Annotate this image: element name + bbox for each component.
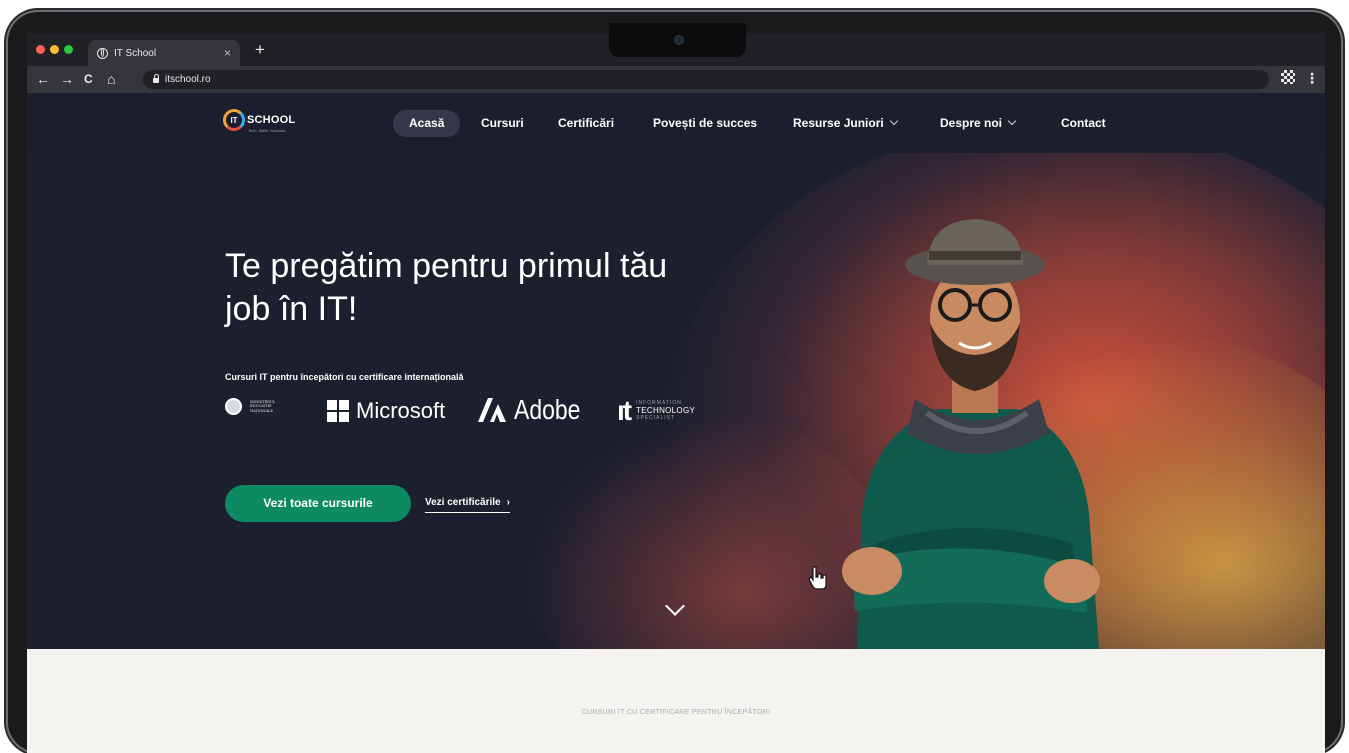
browser-toolbar: ← → C ⌂ itschool.ro ⋮ xyxy=(27,66,1325,93)
microsoft-label: Microsoft xyxy=(356,398,446,423)
coat-of-arms-icon xyxy=(225,398,242,415)
hero-title: Te pregătim pentru primul tău job în IT! xyxy=(225,247,668,328)
site-navbar: IT SCHOOL Tech. Skills. Success. Acasă C… xyxy=(27,93,1325,153)
url-text: itschool.ro xyxy=(165,74,211,85)
view-certifications-label: Vezi certificările xyxy=(425,497,501,508)
hero-section: IT SCHOOL Tech. Skills. Success. Acasă C… xyxy=(27,93,1325,649)
hero-person-image xyxy=(842,219,1100,649)
minimize-window-button[interactable] xyxy=(50,45,59,54)
globe-icon xyxy=(97,47,108,59)
home-icon[interactable]: ⌂ xyxy=(107,71,115,87)
browser-tab[interactable]: IT School × xyxy=(88,40,240,66)
menu-icon[interactable]: ⋮ xyxy=(1305,70,1319,87)
chevron-right-icon: › xyxy=(506,497,510,508)
hero-subtitle: Cursuri IT pentru începători cu certific… xyxy=(225,372,464,382)
courses-section-label: CURSURI IT CU CERTIFICARE PENTRU ÎNCEPĂT… xyxy=(581,709,771,716)
window-controls xyxy=(36,45,73,54)
chevron-down-icon xyxy=(1007,116,1017,126)
ministry-label: MINISTERUL EDUCAȚIEI NAȚIONALE xyxy=(250,399,276,413)
forward-icon[interactable]: → xyxy=(60,71,74,87)
website: IT SCHOOL Tech. Skills. Success. Acasă C… xyxy=(27,93,1325,753)
reload-icon[interactable]: C xyxy=(84,71,93,87)
tab-close-icon[interactable]: × xyxy=(224,46,231,60)
microsoft-logo-icon xyxy=(327,400,349,422)
nav-despre-noi[interactable]: Despre noi xyxy=(940,110,1017,137)
adobe-logo-icon xyxy=(478,398,506,422)
nav-povesti-de-succes[interactable]: Povești de succes xyxy=(653,110,757,137)
nav-acasa[interactable]: Acasă xyxy=(393,110,461,137)
nav-despre-noi-label: Despre noi xyxy=(940,116,1003,130)
its-line-3: SPECIALIST xyxy=(636,415,676,421)
partner-its: ıt INFORMATION TECHNOLOGY SPECIALIST xyxy=(617,395,695,427)
hand-cursor-icon xyxy=(808,566,827,590)
partner-adobe: Adobe xyxy=(478,394,595,426)
nav-contact[interactable]: Contact xyxy=(1061,110,1106,137)
nav-resurse-juniori-label: Resurse Juniori xyxy=(793,116,884,130)
new-tab-button[interactable]: + xyxy=(255,40,265,60)
nav-cursuri[interactable]: Cursuri xyxy=(481,110,524,137)
its-logo-icon: ıt xyxy=(617,395,632,426)
partner-ministry: MINISTERUL EDUCAȚIEI NAȚIONALE xyxy=(225,398,288,415)
screen: IT School × + ← → C ⌂ itschool.ro ⋮ IT S… xyxy=(27,33,1325,753)
address-bar[interactable]: itschool.ro xyxy=(143,70,1269,89)
nav-resurse-juniori[interactable]: Resurse Juniori xyxy=(793,110,898,137)
back-icon[interactable]: ← xyxy=(36,71,50,87)
close-window-button[interactable] xyxy=(36,45,45,54)
site-logo[interactable]: IT SCHOOL Tech. Skills. Success. xyxy=(223,109,296,133)
chevron-down-icon xyxy=(889,116,898,126)
logo-text: SCHOOL xyxy=(247,114,296,126)
adobe-label: Adobe xyxy=(514,394,581,425)
view-certifications-link[interactable]: Vezi certificările › xyxy=(425,497,510,513)
view-all-courses-button[interactable]: Vezi toate cursurile xyxy=(225,485,411,522)
tab-title: IT School xyxy=(114,47,157,59)
courses-section: CURSURI IT CU CERTIFICARE PENTRU ÎNCEPĂT… xyxy=(27,649,1325,753)
camera-icon xyxy=(674,35,684,45)
logo-mark: IT xyxy=(223,109,245,131)
nav-certificari[interactable]: Certificări xyxy=(558,110,614,137)
extension-icon[interactable] xyxy=(1281,70,1295,84)
partner-microsoft: Microsoft xyxy=(327,398,445,424)
lock-icon xyxy=(153,74,159,83)
maximize-window-button[interactable] xyxy=(64,45,73,54)
logo-tagline: Tech. Skills. Success. xyxy=(248,128,287,133)
its-line-2: TECHNOLOGY xyxy=(636,406,696,415)
its-label: INFORMATION TECHNOLOGY SPECIALIST xyxy=(636,400,695,422)
